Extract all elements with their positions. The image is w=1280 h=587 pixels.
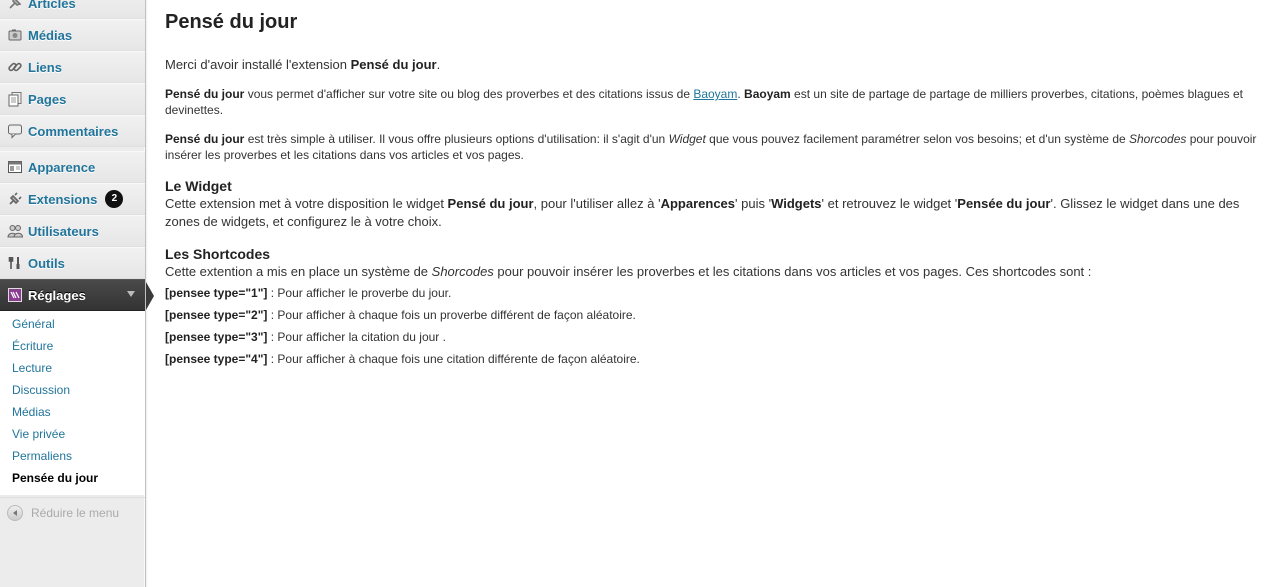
widget-paragraph: Cette extension met à votre disposition … xyxy=(165,195,1268,231)
intro-text: Merci d'avoir installé l'extension xyxy=(165,57,351,72)
shortcode-item: [pensee type="2"] : Pour afficher à chaq… xyxy=(165,307,1268,323)
admin-menu: Articles Médias Liens Pages Commentaires xyxy=(0,0,154,311)
menu-item-outils[interactable]: Outils xyxy=(0,247,145,279)
pin-icon xyxy=(6,0,24,12)
link-icon xyxy=(6,58,24,76)
collapse-menu-label: Réduire le menu xyxy=(31,506,120,520)
submenu-item-lecture[interactable]: Lecture xyxy=(0,357,145,379)
shortcode-item: [pensee type="1"] : Pour afficher le pro… xyxy=(165,285,1268,301)
shortcode-code: [pensee type="1"] xyxy=(165,286,268,300)
widget-bold: Widgets xyxy=(771,196,822,211)
site-name: Baoyam xyxy=(744,87,791,101)
shortcode-code: [pensee type="3"] xyxy=(165,330,268,344)
shortcodes-emphasis: Shorcodes xyxy=(431,264,494,279)
tools-icon xyxy=(6,254,24,272)
collapse-arrow-icon xyxy=(7,505,23,521)
menu-item-utilisateurs[interactable]: Utilisateurs xyxy=(0,215,145,247)
shortcodes-text: Cette extention a mis en place un systèm… xyxy=(165,264,432,279)
submenu-item-permaliens[interactable]: Permaliens xyxy=(0,445,145,467)
baoyam-link[interactable]: Baoyam xyxy=(693,87,737,101)
submenu-item-general[interactable]: Général xyxy=(0,313,145,335)
menu-item-apparence[interactable]: Apparence xyxy=(0,151,145,183)
widget-text: ' puis ' xyxy=(735,196,772,211)
update-count-badge: 2 xyxy=(105,190,124,208)
menu-item-reglages[interactable]: Réglages xyxy=(0,279,154,311)
intro-paragraph: Merci d'avoir installé l'extension Pensé… xyxy=(165,56,1268,73)
admin-sidebar: Articles Médias Liens Pages Commentaires xyxy=(0,0,154,587)
menu-label: Liens xyxy=(28,59,62,75)
menu-item-medias[interactable]: Médias xyxy=(0,19,145,51)
submenu-item-pensee-du-jour[interactable]: Pensée du jour xyxy=(0,467,145,489)
menu-label: Extensions xyxy=(28,191,98,207)
main-content: Pensé du jour Merci d'avoir installé l'e… xyxy=(165,0,1268,367)
plugin-name: Pensé du jour xyxy=(165,87,245,101)
usage-emphasis: Shorcodes xyxy=(1129,132,1187,146)
intro-plugin-name: Pensé du jour xyxy=(350,57,437,72)
menu-item-liens[interactable]: Liens xyxy=(0,51,145,83)
menu-label: Commentaires xyxy=(28,123,119,139)
widget-bold: Pensée du jour xyxy=(957,196,1051,211)
shortcodes-paragraph: Cette extention a mis en place un systèm… xyxy=(165,263,1268,281)
widget-bold: Pensé du jour xyxy=(447,196,534,211)
page-title: Pensé du jour xyxy=(165,11,298,33)
media-icon xyxy=(6,26,24,44)
menu-label: Médias xyxy=(28,27,73,43)
shortcode-item: [pensee type="3"] : Pour afficher la cit… xyxy=(165,329,1268,345)
menu-label: Réglages xyxy=(28,287,86,303)
menu-item-pages[interactable]: Pages xyxy=(0,83,145,115)
description-text: vous permet d'afficher sur votre site ou… xyxy=(244,87,694,101)
shortcode-description: : Pour afficher le proverbe du jour. xyxy=(267,286,452,300)
menu-label: Outils xyxy=(28,255,65,271)
users-icon xyxy=(6,222,24,240)
appearance-icon xyxy=(6,158,24,176)
submenu-item-discussion[interactable]: Discussion xyxy=(0,379,145,401)
shortcodes-heading: Les Shortcodes xyxy=(165,246,271,262)
menu-item-commentaires[interactable]: Commentaires xyxy=(0,115,145,147)
plugin-name: Pensé du jour xyxy=(165,132,245,146)
intro-text: . xyxy=(436,57,441,72)
usage-text: que vous pouvez facilement paramétrer se… xyxy=(705,132,1129,146)
submenu-item-ecriture[interactable]: Écriture xyxy=(0,335,145,357)
collapse-menu-button[interactable]: Réduire le menu xyxy=(0,497,145,528)
widget-heading: Le Widget xyxy=(165,178,232,194)
menu-label: Pages xyxy=(28,91,67,107)
submenu-item-vie-privee[interactable]: Vie privée xyxy=(0,423,145,445)
menu-item-articles[interactable]: Articles xyxy=(0,0,145,19)
usage-emphasis: Widget xyxy=(668,132,706,146)
menu-item-extensions[interactable]: Extensions 2 xyxy=(0,183,145,215)
plugin-icon xyxy=(6,190,24,208)
widget-text: ' et retrouvez le widget ' xyxy=(821,196,958,211)
pages-icon xyxy=(6,90,24,108)
widget-text: Cette extension met à votre disposition … xyxy=(165,196,448,211)
menu-label: Utilisateurs xyxy=(28,223,99,239)
shortcode-description: : Pour afficher à chaque fois une citati… xyxy=(267,352,640,366)
shortcodes-text: pour pouvoir insérer les proverbes et le… xyxy=(493,264,1092,279)
widget-bold: Apparences xyxy=(660,196,736,211)
shortcode-item: [pensee type="4"] : Pour afficher à chaq… xyxy=(165,351,1268,367)
usage-paragraph: Pensé du jour est très simple à utiliser… xyxy=(165,131,1268,163)
shortcode-description: : Pour afficher la citation du jour . xyxy=(267,330,446,344)
menu-label: Articles xyxy=(28,0,76,11)
shortcode-code: [pensee type="4"] xyxy=(165,352,268,366)
shortcode-code: [pensee type="2"] xyxy=(165,308,268,322)
widget-text: , pour l'utiliser allez à ' xyxy=(533,196,661,211)
submenu-item-medias[interactable]: Médias xyxy=(0,401,145,423)
chevron-down-icon xyxy=(127,291,135,297)
shortcode-description: : Pour afficher à chaque fois un proverb… xyxy=(267,308,636,322)
usage-text: est très simple à utiliser. Il vous offr… xyxy=(244,132,669,146)
description-paragraph: Pensé du jour vous permet d'afficher sur… xyxy=(165,86,1268,118)
settings-icon xyxy=(6,286,24,304)
comment-icon xyxy=(6,122,24,140)
menu-label: Apparence xyxy=(28,159,96,175)
settings-submenu: Général Écriture Lecture Discussion Médi… xyxy=(0,311,145,495)
